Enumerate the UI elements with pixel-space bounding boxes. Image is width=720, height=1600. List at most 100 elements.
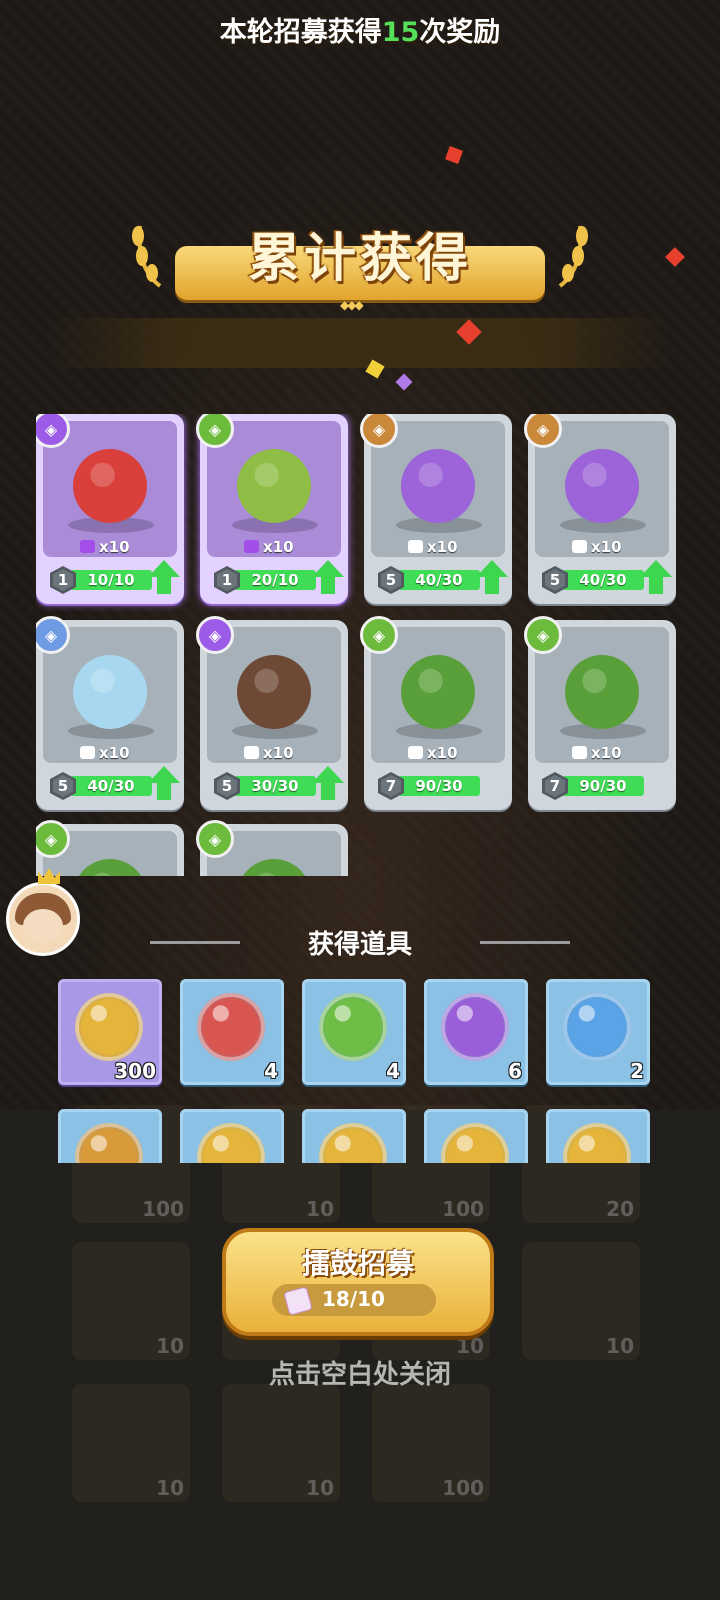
hero-progress-bar: 40/30	[70, 776, 152, 796]
puzzle-shard-icon	[80, 540, 95, 553]
upgrade-arrow-icon	[312, 766, 344, 800]
items-grid: 300 4 4 6 2	[56, 975, 656, 1163]
hero-card[interactable]: ◈	[36, 820, 184, 876]
upgrade-arrow-icon	[476, 560, 508, 594]
gold-coin-icon	[441, 1123, 509, 1163]
reward-item[interactable]	[180, 1109, 284, 1163]
hero-progress-bar: 20/10	[234, 570, 316, 590]
hero-figure	[237, 655, 311, 729]
subtitle-bar	[50, 318, 670, 368]
hero-figure	[237, 859, 311, 876]
hero-figure	[401, 655, 475, 729]
item-count: 4	[386, 1059, 400, 1083]
hero-card[interactable]: ◈ x10 30/30 5	[196, 616, 348, 810]
item-count: 2	[630, 1059, 644, 1083]
subtitle: 本轮招募获得15次奖励	[219, 17, 501, 48]
hero-card[interactable]: ◈ x10 90/30 7	[360, 616, 512, 810]
hero-shard-count: x10	[408, 744, 458, 762]
gold-coin-icon	[197, 1123, 265, 1163]
hero-shard-count: x10	[572, 744, 622, 762]
upgrade-arrow-icon	[148, 766, 180, 800]
items-header: 获得道具	[150, 922, 570, 962]
bg-reward-tile: 100	[372, 1384, 490, 1502]
player-avatar[interactable]	[6, 882, 80, 956]
bg-reward-tile: 10	[72, 1384, 190, 1502]
hero-shard-count: x10	[244, 744, 294, 762]
hero-shard-count: x10	[80, 744, 130, 762]
spiral-orb-icon	[563, 993, 631, 1061]
hero-card[interactable]: ◈ x10 10/10 1	[36, 414, 184, 604]
hero-figure	[401, 449, 475, 523]
puzzle-shard-icon	[572, 746, 587, 759]
hero-shard-count: x10	[244, 538, 294, 556]
hero-progress-bar: 90/30	[398, 776, 480, 796]
title-banner: 累计获得 ◆◆◆	[130, 212, 590, 312]
bg-reward-tile: 10	[72, 1242, 190, 1360]
class-badge-icon: ◈	[196, 820, 234, 858]
hero-shard-count: x10	[572, 538, 622, 556]
reward-item[interactable]	[302, 1109, 406, 1163]
class-badge-icon: ◈	[524, 616, 562, 654]
hero-card[interactable]: ◈ x10 40/30 5	[360, 414, 512, 604]
hero-progress-bar: 90/30	[562, 776, 644, 796]
hero-figure	[73, 655, 147, 729]
class-badge-icon: ◈	[360, 616, 398, 654]
reward-item[interactable]: 300	[58, 979, 162, 1085]
bg-reward-row-3: 10 10 100	[72, 1384, 490, 1502]
reward-item[interactable]: 2	[546, 979, 650, 1085]
bow-orb-icon	[319, 993, 387, 1061]
reward-item[interactable]: 4	[302, 979, 406, 1085]
puzzle-shard-icon	[408, 540, 423, 553]
hero-card[interactable]: ◈	[196, 820, 348, 876]
staff-orb-icon	[441, 993, 509, 1061]
sword-orb-icon	[197, 993, 265, 1061]
item-count: 300	[114, 1059, 156, 1083]
close-hint[interactable]: 点击空白处关闭	[0, 1354, 720, 1391]
reward-item[interactable]: 6	[424, 979, 528, 1085]
hero-card[interactable]: ◈ x10 90/30 7	[524, 616, 676, 810]
hero-progress-bar: 30/30	[234, 776, 316, 796]
puzzle-shard-icon	[572, 540, 587, 553]
hero-figure	[73, 449, 147, 523]
puzzle-shard-icon	[244, 746, 259, 759]
hero-card[interactable]: ◈ x10 40/30 5	[524, 414, 676, 604]
reward-count: 15	[381, 17, 420, 48]
reward-item[interactable]	[424, 1109, 528, 1163]
item-count: 6	[508, 1059, 522, 1083]
upgrade-arrow-icon	[148, 560, 180, 594]
page-title: 累计获得	[247, 229, 472, 289]
hero-shard-count: x10	[408, 538, 458, 556]
gold-coin-icon	[319, 1123, 387, 1163]
bg-reward-tile: 10	[522, 1242, 640, 1360]
gold-coin-icon	[75, 993, 143, 1061]
hero-card-grid: ◈ x10 10/10 1 ◈ x10 20/10 1 ◈ x10 40/30 5 ◈ x10 40/30 5…	[36, 414, 676, 876]
avatar-face	[23, 909, 63, 943]
reward-item[interactable]: 4	[180, 979, 284, 1085]
hero-figure	[237, 449, 311, 523]
recruit-button-label: 擂鼓招募	[301, 1247, 414, 1280]
reward-item[interactable]	[546, 1109, 650, 1163]
hero-progress-bar: 40/30	[562, 570, 644, 590]
puzzle-shard-icon	[244, 540, 259, 553]
puzzle-shard-icon	[408, 746, 423, 759]
hero-card[interactable]: ◈ x10 40/30 5	[36, 616, 184, 810]
recruit-cost-pill: 18/10	[272, 1284, 436, 1316]
recruit-scroll-icon	[283, 1286, 313, 1316]
items-title: 获得道具	[307, 930, 412, 960]
item-count: 4	[264, 1059, 278, 1083]
class-badge-icon: ◈	[196, 616, 234, 654]
bg-reward-tile: 10	[222, 1384, 340, 1502]
hero-figure	[73, 859, 147, 876]
gold-coin-icon	[563, 1123, 631, 1163]
hero-figure	[565, 655, 639, 729]
hero-progress-bar: 10/10	[70, 570, 152, 590]
reward-item[interactable]	[58, 1109, 162, 1163]
hero-card[interactable]: ◈ x10 20/10 1	[196, 414, 348, 604]
upgrade-arrow-icon	[640, 560, 672, 594]
puzzle-shard-icon	[80, 746, 95, 759]
title-diamond-ornament: ◆◆◆	[340, 298, 364, 312]
recruit-button[interactable]: 擂鼓招募 18/10	[222, 1228, 494, 1336]
hero-figure	[565, 449, 639, 523]
upgrade-arrow-icon	[312, 560, 344, 594]
wing-coin-icon	[75, 1123, 143, 1163]
